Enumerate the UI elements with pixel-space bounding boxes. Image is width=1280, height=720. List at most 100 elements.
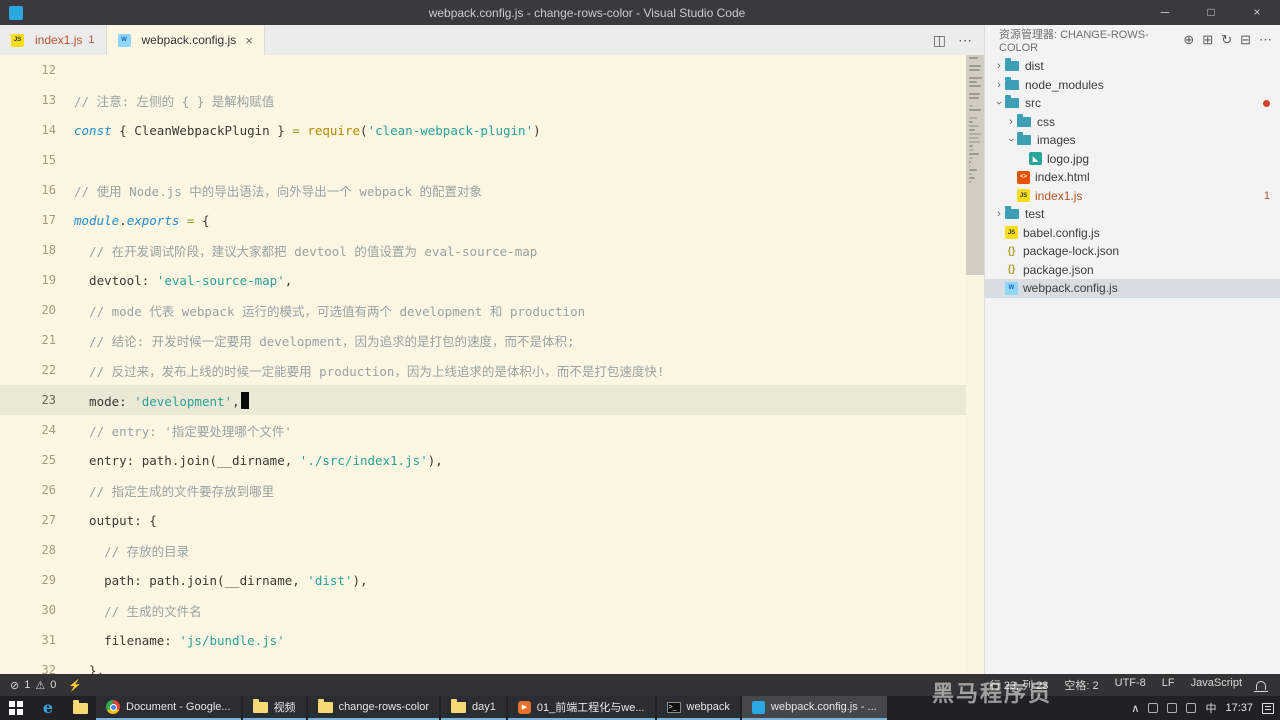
vscode-logo-icon[interactable] <box>9 5 23 20</box>
file-explorer-icon[interactable] <box>64 696 96 720</box>
split-editor-icon[interactable]: ◫ <box>933 32 946 49</box>
line-number[interactable]: 29 <box>0 573 56 587</box>
tray-icon-2[interactable] <box>1167 703 1178 713</box>
taskbar-window-2[interactable]: change-rows-color <box>307 696 440 720</box>
new-file-icon[interactable]: ⊕ <box>1183 32 1194 48</box>
video-icon: ▶ <box>517 700 531 714</box>
tab-webpack.config.js[interactable]: Wwebpack.config.js × <box>106 25 265 55</box>
line-number[interactable]: 24 <box>0 423 56 437</box>
tray-chevron-up-icon[interactable]: ∧ <box>1131 702 1139 715</box>
line-number[interactable]: 25 <box>0 453 56 467</box>
code-line[interactable]: 16 // 使用 Node.js 中的导出语法，向外导出一个 webpack 的配… <box>0 175 966 205</box>
code-text: mode: 'development', <box>74 391 249 409</box>
tree-item-dist[interactable]: › dist <box>985 57 1280 76</box>
tree-item-package.json[interactable]: {} package.json <box>985 261 1280 280</box>
tree-item-css[interactable]: › css <box>985 113 1280 132</box>
code-line[interactable]: 23 mode: 'development', <box>0 385 966 415</box>
tree-item-images[interactable]: › images <box>985 131 1280 150</box>
tray-icon-1[interactable] <box>1148 703 1159 713</box>
taskbar-window-1[interactable]: 视频 <box>242 696 306 720</box>
power-status-icon[interactable]: ⚡ <box>68 679 82 692</box>
code-line[interactable]: 31 filename: 'js/bundle.js' <box>0 625 966 655</box>
line-number[interactable]: 15 <box>0 153 56 167</box>
action-center-icon[interactable] <box>1262 702 1274 714</box>
code-line[interactable]: 17 module.exports = { <box>0 205 966 235</box>
code-line[interactable]: 19 devtool: 'eval-source-map', <box>0 265 966 295</box>
close-button[interactable]: × <box>1234 0 1280 25</box>
code-line[interactable]: 18 // 在开发调试阶段，建议大家都把 devtool 的值设置为 eval-… <box>0 235 966 265</box>
tab-close-icon[interactable]: × <box>245 33 253 48</box>
code-line[interactable]: 25 entry: path.join(__dirname, './src/in… <box>0 445 966 475</box>
tree-item-index1.js[interactable]: JS index1.js 1 <box>985 187 1280 206</box>
tree-item-logo.jpg[interactable]: ◣ logo.jpg <box>985 150 1280 169</box>
line-number[interactable]: 21 <box>0 333 56 347</box>
line-number[interactable]: 22 <box>0 363 56 377</box>
code-line[interactable]: 32 }, <box>0 655 966 675</box>
problems-indicator[interactable]: ⊘ 1 ⚠ 0 <box>10 679 56 692</box>
code-line[interactable]: 20 // mode 代表 webpack 运行的模式，可选值有两个 devel… <box>0 295 966 325</box>
code-line[interactable]: 29 path: path.join(__dirname, 'dist'), <box>0 565 966 595</box>
line-number[interactable]: 27 <box>0 513 56 527</box>
code-line[interactable]: 24 // entry: '指定要处理哪个文件' <box>0 415 966 445</box>
line-number[interactable]: 16 <box>0 183 56 197</box>
taskbar-window-5[interactable]: >_ webpack <box>656 696 740 720</box>
clock[interactable]: 17:37 <box>1225 702 1253 714</box>
tree-item-babel.config.js[interactable]: JS babel.config.js <box>985 224 1280 243</box>
line-number[interactable]: 32 <box>0 663 56 674</box>
more-icon[interactable]: ⋯ <box>1259 32 1272 48</box>
line-number[interactable]: 30 <box>0 603 56 617</box>
tree-item-webpack.config.js[interactable]: Wwebpack.config.js <box>985 279 1280 298</box>
refresh-icon[interactable]: ↻ <box>1221 32 1232 48</box>
line-number[interactable]: 31 <box>0 633 56 647</box>
tree-item-node_modules[interactable]: › node_modules <box>985 76 1280 95</box>
js-file-icon: JS <box>1017 189 1030 203</box>
code-line[interactable]: 21 // 结论: 开发时候一定要用 development，因为追求的是打包的… <box>0 325 966 355</box>
code-line[interactable]: 14 const { CleanWebpackPlugin } = require… <box>0 115 966 145</box>
notifications-icon[interactable] <box>1254 680 1268 692</box>
language-mode[interactable]: JavaScript <box>1191 677 1242 693</box>
tree-item-src[interactable]: › src <box>985 94 1280 113</box>
tray-icon-3[interactable] <box>1186 703 1197 713</box>
code-line[interactable]: 27 output: { <box>0 505 966 535</box>
tree-item-test[interactable]: › test <box>985 205 1280 224</box>
edge-icon[interactable]: e <box>32 696 64 720</box>
taskbar-window-4[interactable]: ▶ 01_前端工程化与we... <box>507 696 655 720</box>
more-actions-icon[interactable]: ⋯ <box>958 32 972 49</box>
taskbar-window-3[interactable]: day1 <box>441 696 506 720</box>
code-lines[interactable]: 12 13 // 注意: 左侧的 { } 是解构赋值 14 const { CleanW… <box>0 55 966 674</box>
taskbar-windows: Document - Google... 视频 change-rows-color d… <box>96 696 889 720</box>
code-line[interactable]: 26 // 指定生成的文件要存放到哪里 <box>0 475 966 505</box>
code-line[interactable]: 15 <box>0 145 966 175</box>
line-number[interactable]: 19 <box>0 273 56 287</box>
line-number[interactable]: 26 <box>0 483 56 497</box>
code-line[interactable]: 12 <box>0 55 966 85</box>
cursor-position[interactable]: 行 23, 列 23 <box>990 677 1049 693</box>
tab-index1.js[interactable]: JS index1.js 1 <box>0 25 107 55</box>
new-folder-icon[interactable]: ⊞ <box>1202 32 1213 48</box>
indentation[interactable]: 空格: 2 <box>1064 677 1098 693</box>
minimize-button[interactable]: ─ <box>1142 0 1188 25</box>
line-number[interactable]: 13 <box>0 93 56 107</box>
maximize-button[interactable]: □ <box>1188 0 1234 25</box>
taskbar-window-0[interactable]: Document - Google... <box>96 696 241 720</box>
scrollbar-thumb[interactable] <box>966 55 984 275</box>
line-number[interactable]: 17 <box>0 213 56 227</box>
taskbar-window-6[interactable]: webpack.config.js - ... <box>741 696 887 720</box>
line-number[interactable]: 14 <box>0 123 56 137</box>
line-number[interactable]: 23 <box>0 393 56 407</box>
code-line[interactable]: 28 // 存放的目录 <box>0 535 966 565</box>
ime-indicator[interactable]: 中 <box>1205 700 1216 716</box>
encoding[interactable]: UTF-8 <box>1115 677 1146 693</box>
line-number[interactable]: 20 <box>0 303 56 317</box>
collapse-folders-icon[interactable]: ⊟ <box>1240 32 1251 48</box>
code-line[interactable]: 22 // 反过来，发布上线的时候一定能要用 production，因为上线追求… <box>0 355 966 385</box>
line-number[interactable]: 28 <box>0 543 56 557</box>
tree-item-package-lock.json[interactable]: {} package-lock.json <box>985 242 1280 261</box>
line-number[interactable]: 18 <box>0 243 56 257</box>
code-line[interactable]: 13 // 注意: 左侧的 { } 是解构赋值 <box>0 85 966 115</box>
code-line[interactable]: 30 // 生成的文件名 <box>0 595 966 625</box>
start-button[interactable] <box>0 696 32 720</box>
eol[interactable]: LF <box>1162 677 1175 693</box>
tree-item-index.html[interactable]: <> index.html <box>985 168 1280 187</box>
line-number[interactable]: 12 <box>0 63 56 77</box>
